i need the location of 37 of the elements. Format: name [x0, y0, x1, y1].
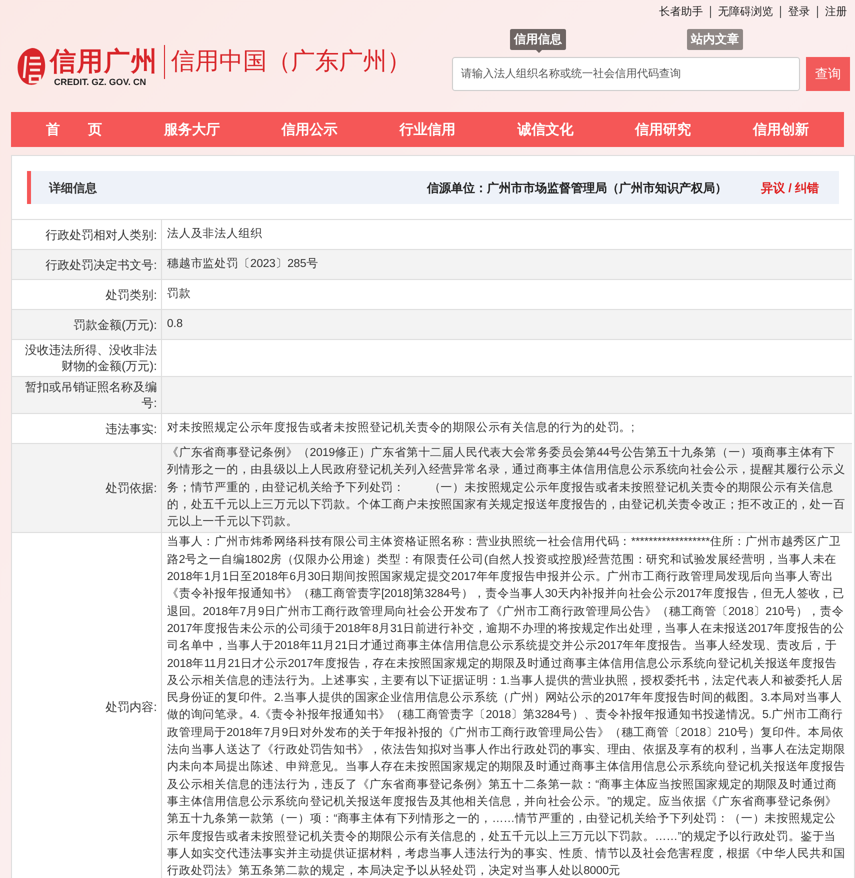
field-value: 《广东省商事登记条例》（2019修正）广东省第十二届人民代表大会常务委员会第44号公告第五十九条第（一）项商事主体有下列情形之一的，由县级以上人民政府登记机关列入经营异常名录，通过商事主体信用信息公示系统向社会公示，提醒其履行公示义务；情节严重的，由登记机关给予下列处罚： （一）未按照规定公示年度报告或者未按照登记机关责令的期限公示有关信息的，处五千元以上三万元以下罚款。个体工商户未按照国家有关规定报送年度报告的，由登记机关责令改正；拒不改正的，处一百元以上一千元以下罚款。 [167, 445, 846, 530]
site-name: 信用广州 [50, 46, 158, 76]
top-link[interactable]: 无障碍浏览 [711, 6, 781, 18]
nav-item[interactable]: 行业信用 [399, 119, 456, 140]
field-label: 行政处罚相对人类别: [46, 226, 157, 242]
field-value: 穗越市监处罚〔2023〕285号 [167, 256, 318, 272]
field-label: 罚款金额(万元): [74, 316, 157, 332]
nav-item[interactable]: 诚信文化 [517, 119, 574, 140]
field-value: 对未按照规定公示年度报告或者未按照登记机关责令的期限公示有关信息的行为的处罚。; [167, 420, 634, 436]
search-field[interactable]: 请输入法人组织名称或统一社会信用代码查询 [452, 57, 800, 91]
nav-item[interactable]: 首 页 [46, 119, 102, 140]
top-link[interactable]: 注册 [818, 6, 847, 18]
nav-item[interactable]: 信用创新 [752, 119, 809, 140]
field-label: 处罚依据: [106, 480, 157, 496]
search-tab[interactable]: 信用信息 [510, 28, 566, 50]
field-label: 没收违法所得、没收非法财物的金额(万元): [24, 342, 157, 374]
nav-item[interactable]: 信用研究 [635, 119, 692, 140]
field-label: 行政处罚决定书文号: [46, 256, 157, 272]
top-link[interactable]: 登录 [781, 6, 818, 18]
source-text: 信源单位：广州市市场监督管理局（广州市知识产权局） [426, 180, 727, 196]
field-label: 违法事实: [106, 420, 157, 436]
field-value: 0.8 [167, 316, 183, 332]
nav-item[interactable]: 服务大厅 [164, 119, 220, 140]
site-domain: CREDIT. GZ. GOV. CN [54, 76, 148, 88]
field-value: 罚款 [167, 286, 191, 302]
site-subtitle: 信用中国（广东广州） [171, 47, 411, 77]
field-label: 暂扣或吊销证照名称及编号: [24, 379, 157, 411]
top-link[interactable]: 长者助手 [652, 6, 711, 18]
search-button[interactable]: 查询 [806, 57, 850, 91]
detail-title: 详细信息 [49, 180, 97, 196]
field-label: 处罚类别: [106, 286, 157, 302]
field-label: 处罚内容: [106, 699, 157, 716]
field-value: 法人及非法人组织 [167, 226, 262, 242]
feedback-link[interactable]: 异议 / 纠错 [760, 178, 819, 196]
field-value: 当事人：广州市炜希网络科技有限公司主体资格证照名称：营业执照统一社会信用代码：******************住所：广州市越秀区广卫路2号之一自编1802房（仅限办公用途）类型：有限责任公司(自然人投资或控股)经营范围：研究和试验发展经营明，当事人未在2018年1月1日至2018年6月30日期间按照国家规定提交2017年年度报告申报并公示。广州市工商行政管理局发现后向当事人寄出《责令补报年报通知书》（穗工商管责字[2018]第3284号），责令当事人30天内补报并向社会公示2017年度报告，但无人签收，已退回。2018年7月9日广州市工商行政管理局向社会公开发布了《广州市工商行政管理局公告》（穗工商管〔2018〕210号），责令2017年度报告未公示的公司须于2018年8月31日前进行补交，逾期不办理的将按规定作出处理，当事人在未报送2017年度报告的公司名单中，当事人于2018年11月21日才通过商事主体信用信息公示系统提交并公示2017年年度报告。当事人经发现、责改后，于2018年11月21日才公示2017年度报告，存在未按照国家规定的期限及时通过商事主体信用信息公示系统向登记机关报送年度报告及公示相关信息的违法行为。上述事实，主要有以下证据证明：1.当事人提供的营业执照，授权委托书，法定代表人和被委托人居民身份证的复印件。2.当事人提供的国家企业信用信息公示系统（广州）网站公示的2017年年度报告时间的截图。3.本局对当事人做的询问笔录。4.《责令补报年报通知书》（穗工商管责字〔2018〕第3284号）、责令补报年报通知书投递情况。5.广州市工商行政管理局于2018年7月9日对外发布的关于年报补报的《广州市工商行政管理局公告》（穗工商管〔2018〕210号）复印件。本局依法向当事人送达了《行政处罚告知书》，依法告知拟对当事人作出行政处罚的事实、理由、依据及享有的权利，当事人在法定期限内未向本局提出陈述、申辩意见。当事人存在未按照国家规定的期限及时通过商事主体信用信息公示系统向登记机关报送年度报告及公示相关信息的违法行为，违反了《广东省商事登记条例》第五十二条第一款：“商事主体应当按照国家规定的期限及时通过商事主体信用信息公示系统向登记机关报送年度报告及其他相关信息，并向社会公示。”的规定。应当依据《广东省商事登记条例》第五十九条第一款第（一）项：“商事主体有下列情形之一的，……情节严重的，由登记机关给予下列处罚：（一）未按照规定公示年度报告或者未按照登记机关责令的期限公示有关信息的，处五千元以上三万元以下罚款。……”的规定予以行政处罚。鉴于当事人如实交代违法事实并主动提供证据材料，考虑当事人违法行为的事实、性质、情节以及社会危害程度，根据《中华人民共和国行政处罚法》第五条第二款的规定，本局决定予以从轻处罚，决定对当事人处以8000元 [167, 534, 846, 878]
nav-item[interactable]: 信用公示 [282, 119, 338, 140]
search-tab[interactable]: 站内文章 [687, 28, 743, 50]
